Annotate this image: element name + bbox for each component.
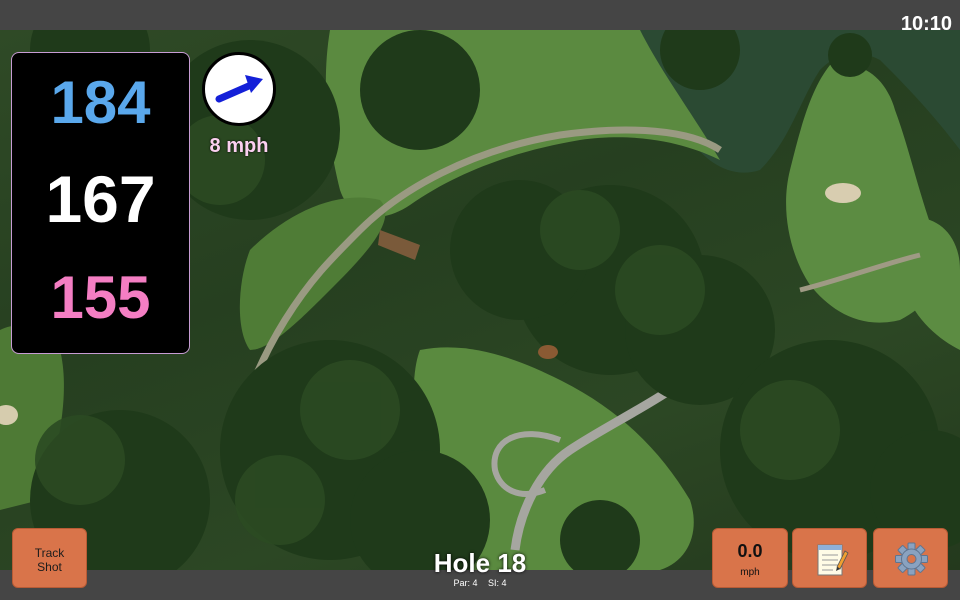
satellite-course-map[interactable]: 184 167 155 8 mph bbox=[0, 30, 960, 570]
speed-button[interactable]: 0.0 mph bbox=[712, 528, 788, 588]
distance-panel: 184 167 155 bbox=[11, 52, 190, 354]
settings-button[interactable] bbox=[873, 528, 948, 588]
speed-unit: mph bbox=[740, 567, 760, 578]
wind-arrow-icon bbox=[215, 75, 263, 103]
hole-info: Hole 18 Par: 4 SI: 4 bbox=[380, 548, 580, 588]
track-shot-label-line2: Shot bbox=[37, 560, 62, 574]
wind-speed-label: 8 mph bbox=[209, 135, 269, 157]
hole-si: SI: 4 bbox=[488, 578, 507, 588]
notepad-icon bbox=[817, 544, 849, 576]
speed-value: 0.0 bbox=[737, 541, 763, 561]
gear-icon bbox=[895, 542, 928, 576]
notes-button[interactable] bbox=[792, 528, 867, 588]
hole-details: Par: 4 SI: 4 bbox=[380, 578, 580, 588]
status-bar bbox=[0, 0, 960, 30]
track-shot-label-line1: Track bbox=[34, 546, 65, 560]
hole-par: Par: 4 bbox=[453, 578, 478, 588]
middle-distance: 167 bbox=[45, 162, 156, 236]
front-distance: 155 bbox=[50, 264, 151, 331]
back-distance: 184 bbox=[50, 69, 151, 136]
hole-title: Hole 18 bbox=[433, 548, 527, 578]
track-shot-button[interactable]: Track Shot bbox=[12, 528, 87, 588]
wind-indicator bbox=[202, 52, 276, 126]
clock: 10:10 bbox=[900, 13, 952, 35]
